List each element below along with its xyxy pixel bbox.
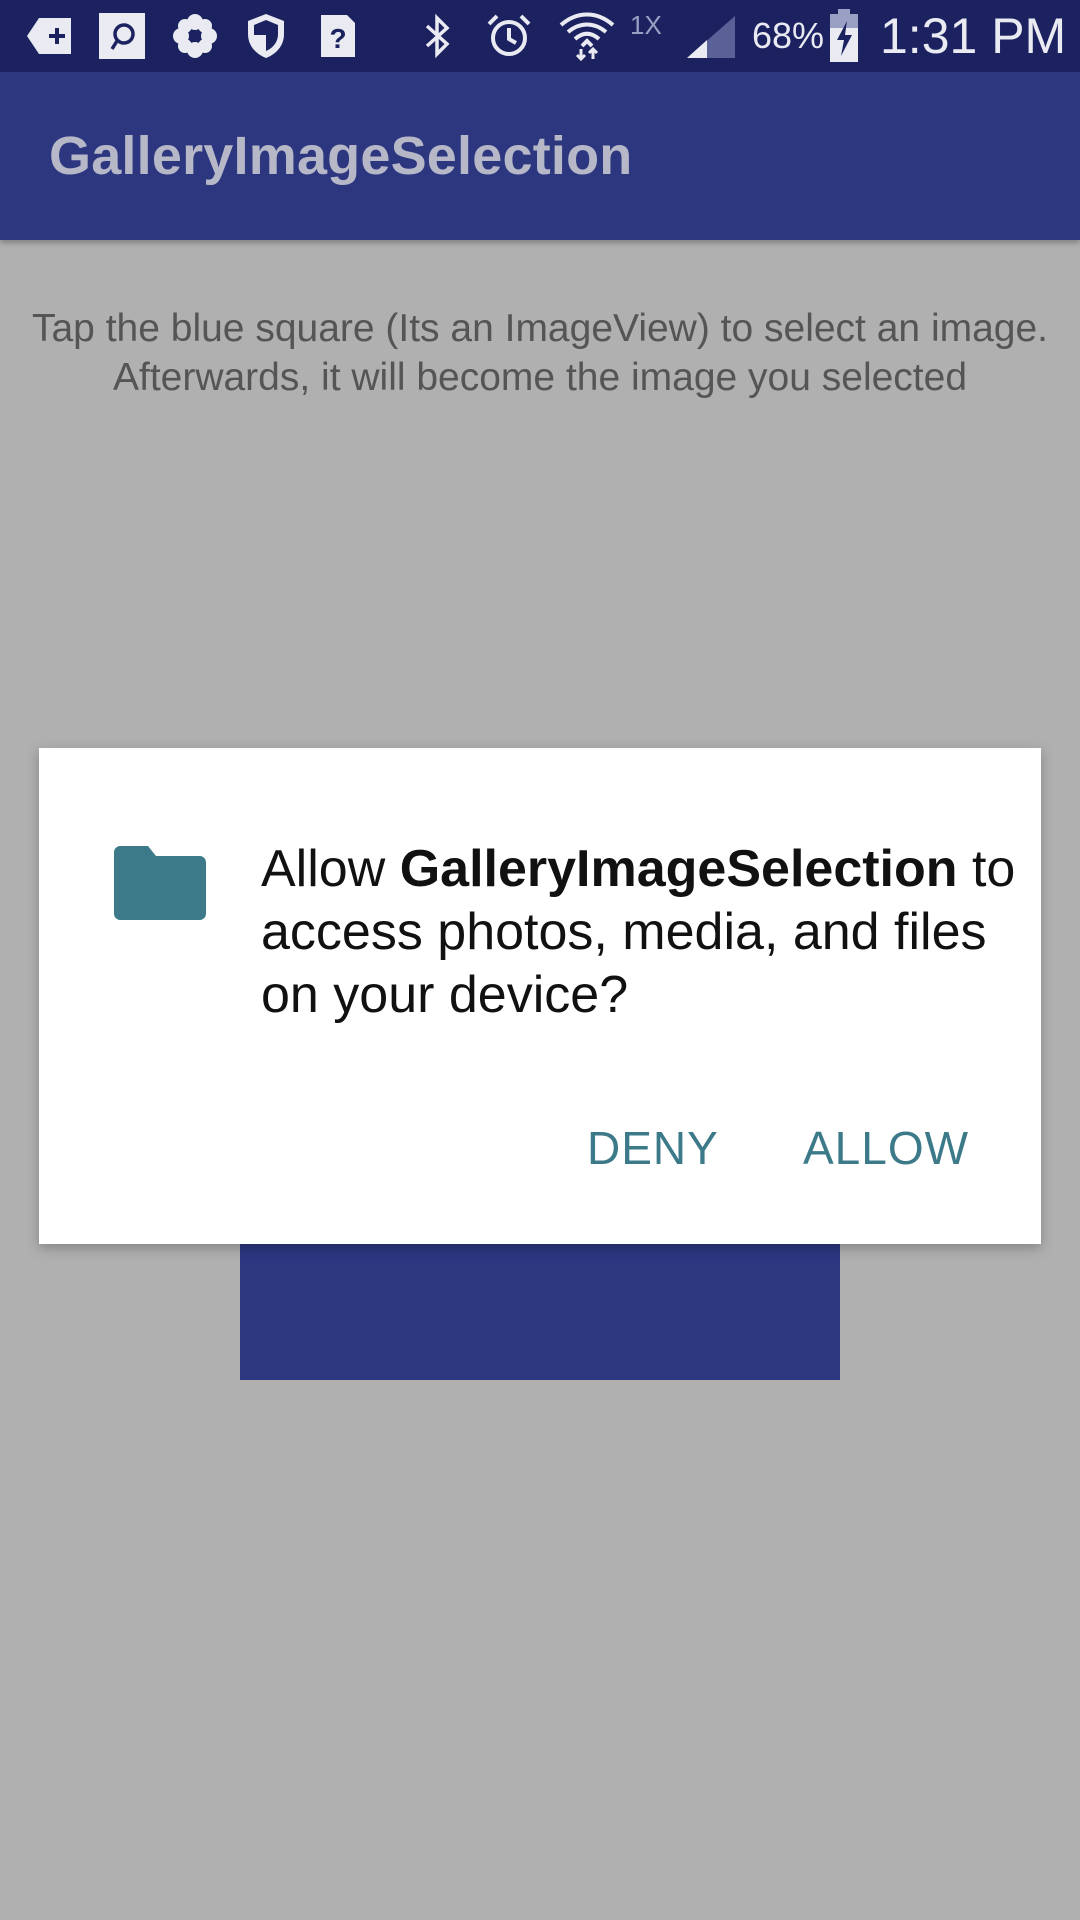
help-icon: ? [318,10,358,62]
dialog-message: Allow GalleryImageSelection to access ph… [261,838,1021,1027]
dialog-app-name: GalleryImageSelection [399,840,958,898]
add-icon [22,10,78,62]
deny-button[interactable]: DENY [587,1113,719,1183]
folder-icon [114,846,206,920]
chat-icon [96,10,148,62]
alarm-icon [484,10,534,62]
flower-icon [170,10,220,62]
signal-icon [684,10,738,62]
allow-button[interactable]: ALLOW [803,1113,969,1183]
svg-text:?: ? [329,23,346,54]
shield-icon [244,10,288,62]
app-bar: GalleryImageSelection [0,72,1080,240]
battery-charging-icon [826,9,862,62]
instruction-text: Tap the blue square (Its an ImageView) t… [31,307,1049,399]
app-title: GalleryImageSelection [49,126,633,186]
permission-dialog: Allow GalleryImageSelection to access ph… [39,748,1041,1244]
dialog-message-prefix: Allow [261,840,400,898]
bluetooth-icon [418,10,458,62]
network-type-label: 1X [630,9,662,40]
battery-percent: 68% [752,15,825,56]
status-bar: ? 1X 68% 1:31 PM [0,0,1080,72]
clock-time: 1:31 PM [880,8,1067,64]
wifi-icon [556,10,618,62]
